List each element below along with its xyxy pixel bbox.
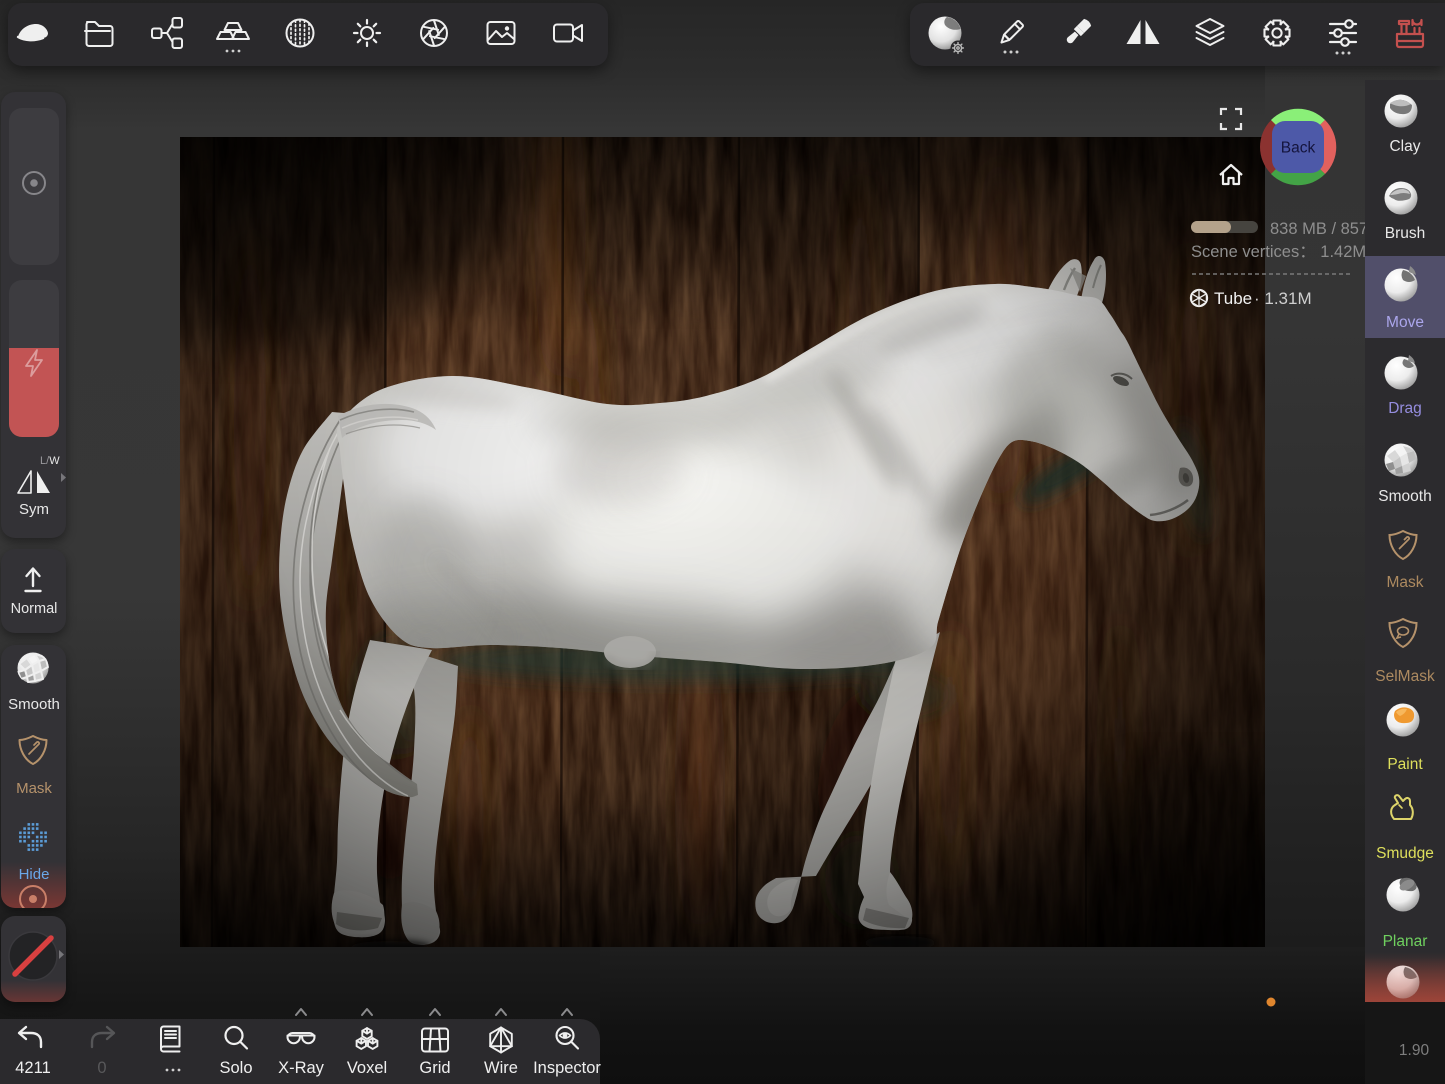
svg-text:Back: Back (1281, 140, 1316, 157)
